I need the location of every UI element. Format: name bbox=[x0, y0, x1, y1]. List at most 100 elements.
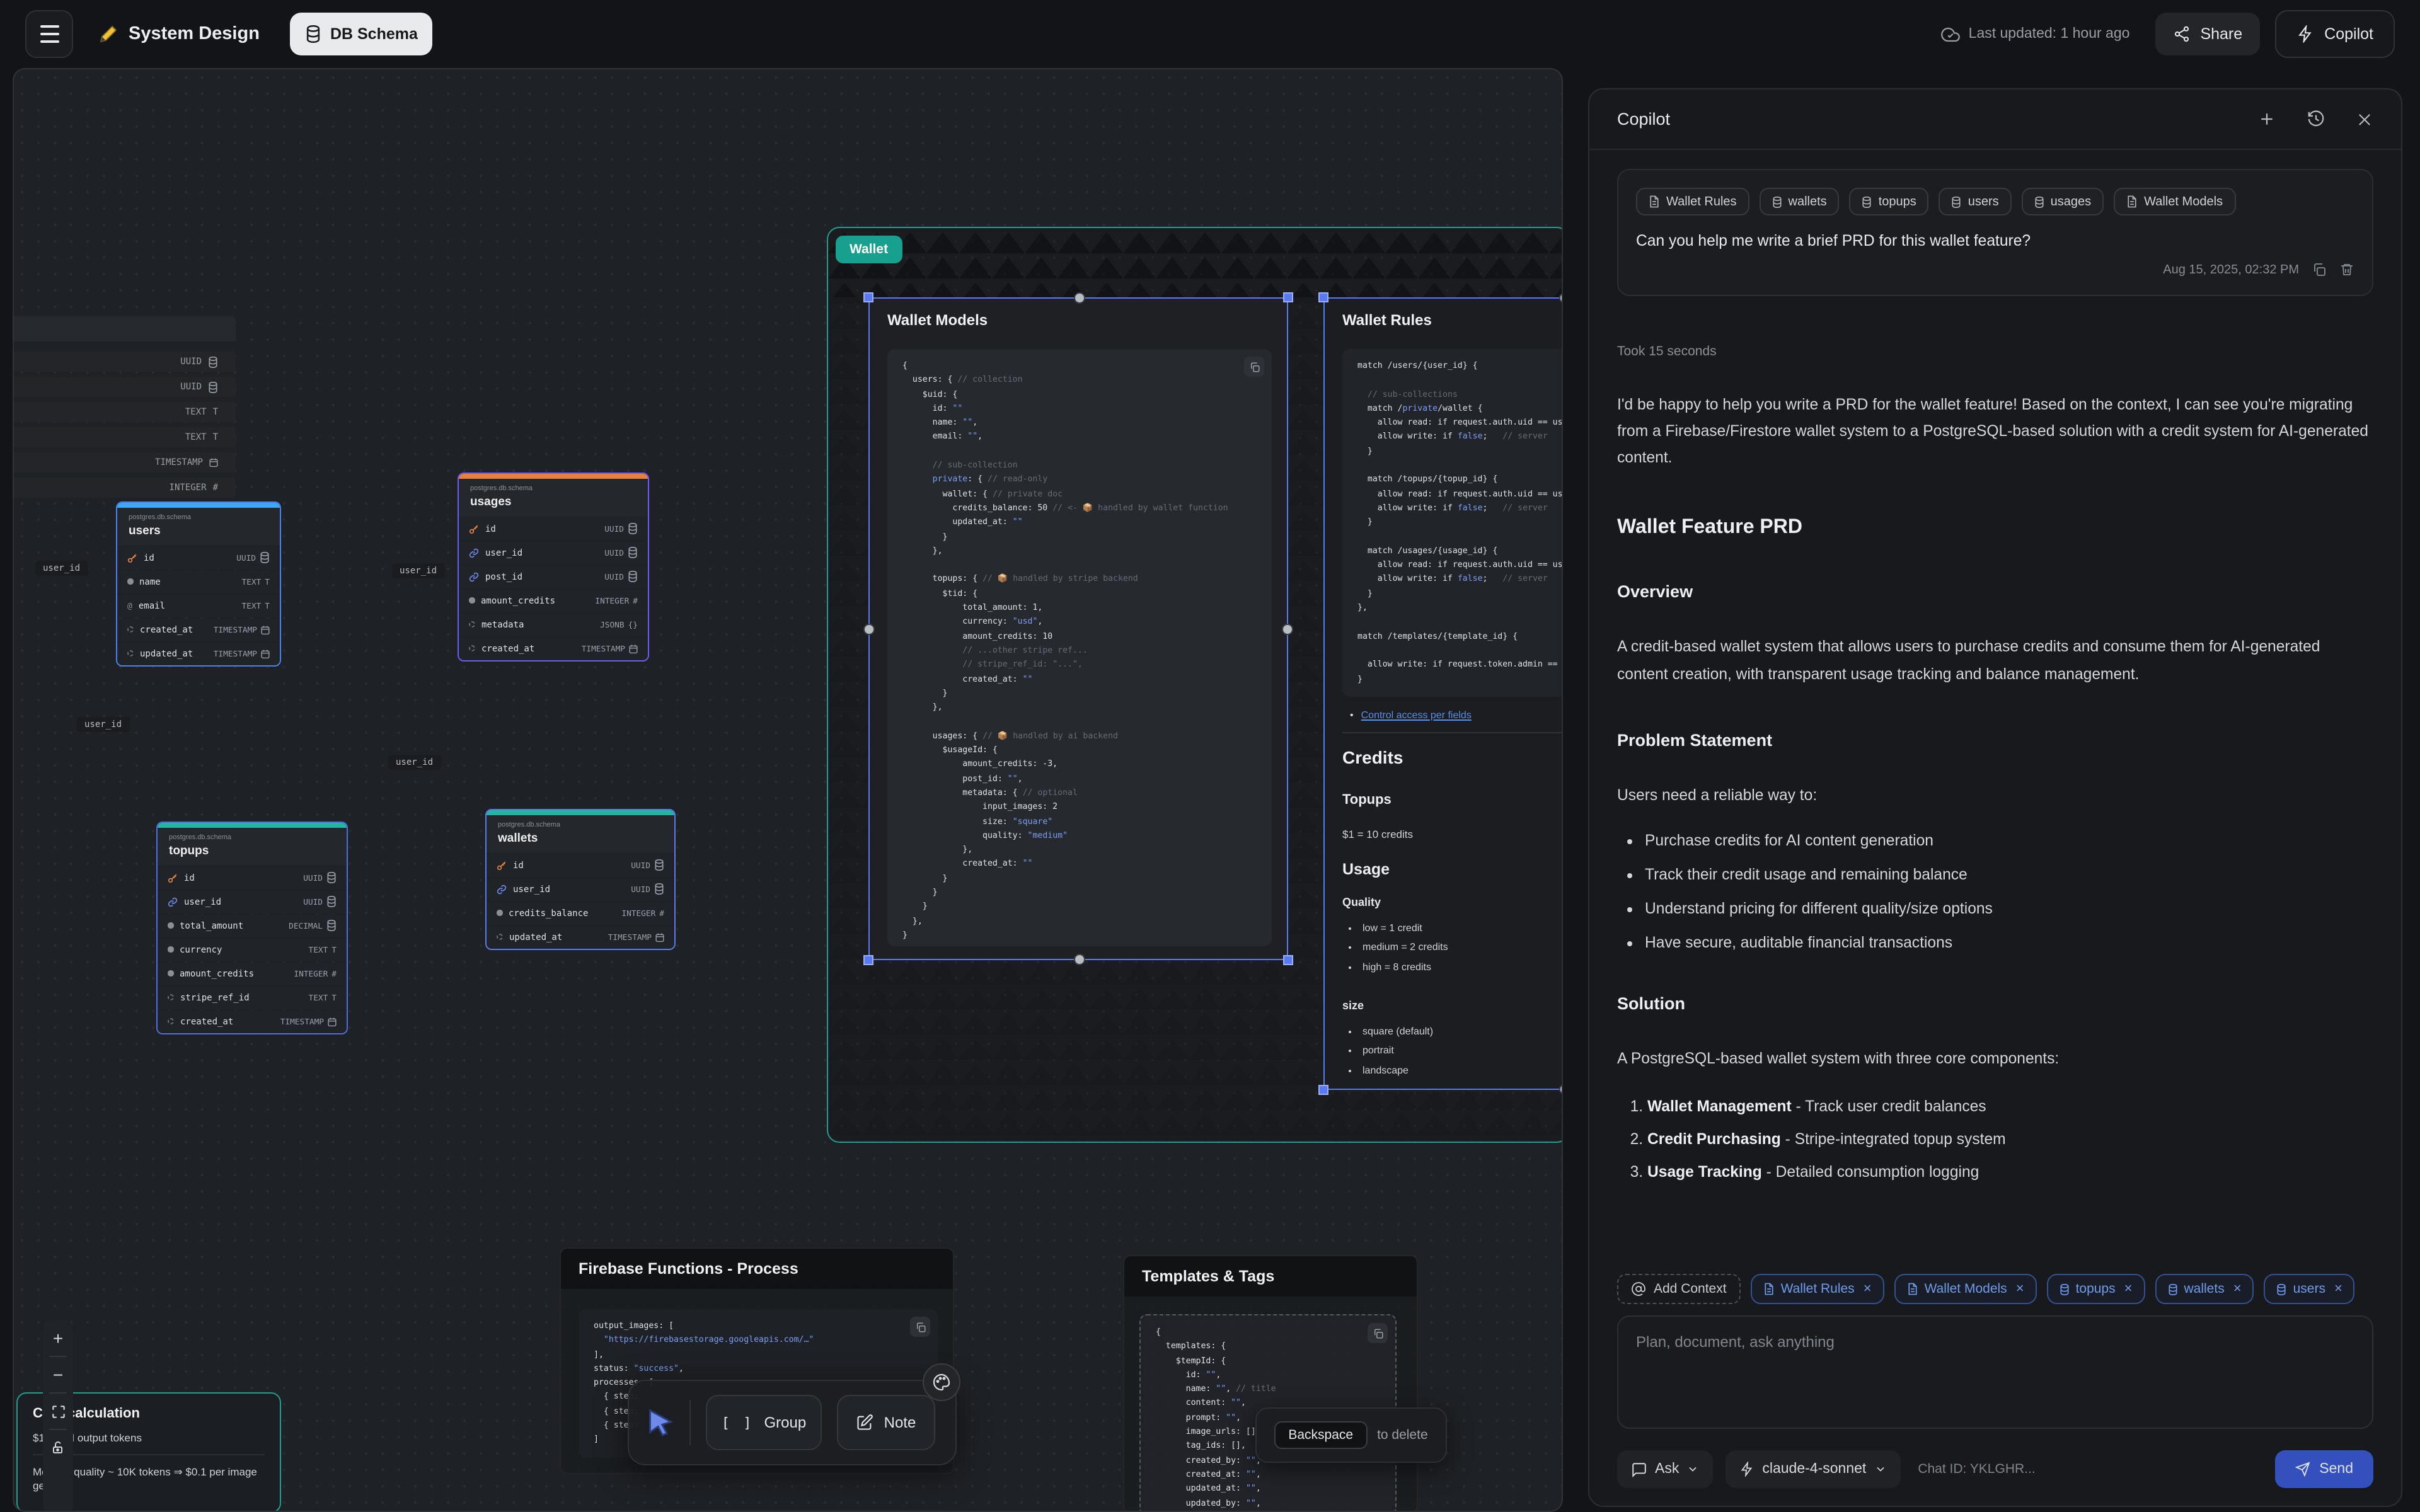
mode-select[interactable]: Ask bbox=[1617, 1450, 1713, 1488]
menu-button[interactable] bbox=[25, 10, 73, 58]
zoom-in-button[interactable]: + bbox=[43, 1320, 73, 1356]
history-icon[interactable] bbox=[2307, 110, 2325, 129]
context-chip-wallet-models[interactable]: Wallet Models bbox=[2114, 188, 2235, 215]
group-button[interactable]: [ ] Group bbox=[706, 1395, 822, 1450]
send-button[interactable]: Send bbox=[2275, 1450, 2373, 1488]
selection-handle[interactable] bbox=[863, 292, 873, 302]
edge-label-user-id: user_id bbox=[388, 755, 441, 770]
context-chip-wallets[interactable]: wallets bbox=[1760, 188, 1840, 215]
remove-chip-icon[interactable]: × bbox=[2334, 1281, 2342, 1297]
context-chip-users[interactable]: users× bbox=[2264, 1274, 2355, 1304]
table-row[interactable]: idUUID bbox=[117, 546, 280, 569]
context-chip-topups[interactable]: topups× bbox=[2047, 1274, 2145, 1304]
tab-db-schema[interactable]: DB Schema bbox=[290, 13, 433, 55]
table-row[interactable]: idUUID bbox=[487, 854, 674, 876]
database-icon bbox=[1772, 196, 1782, 207]
copilot-button[interactable]: Copilot bbox=[2275, 10, 2395, 58]
copy-code-button[interactable] bbox=[910, 1317, 930, 1337]
cursor-tool-icon[interactable] bbox=[647, 1409, 674, 1436]
remove-chip-icon[interactable]: × bbox=[2124, 1281, 2133, 1297]
table-row[interactable]: amount_creditsINTEGER # bbox=[459, 589, 648, 612]
context-chip-usages[interactable]: usages bbox=[2022, 188, 2104, 215]
table-row[interactable]: updated_atTIMESTAMP bbox=[487, 925, 674, 948]
response-intro: I'd be happy to help you write a PRD for… bbox=[1617, 392, 2373, 472]
table-topups[interactable]: postgres.db.schematopupsidUUID user_idUU… bbox=[156, 822, 348, 1034]
table-row[interactable]: user_idUUID bbox=[459, 541, 648, 564]
table-row[interactable]: post_idUUID bbox=[459, 565, 648, 588]
table-row[interactable]: idUUID bbox=[459, 517, 648, 540]
overview-paragraph: A credit-based wallet system that allows… bbox=[1617, 634, 2373, 688]
table-row[interactable]: amount_creditsINTEGER # bbox=[158, 962, 347, 985]
table-row[interactable]: total_amountDECIMAL bbox=[158, 914, 347, 937]
list-item: low = 1 credit bbox=[1363, 922, 1448, 933]
chat-scroll-area[interactable]: Wallet Rules wallets topups users usages Wall… bbox=[1589, 151, 2401, 1264]
user-question: Can you help me write a brief PRD for th… bbox=[1636, 232, 2354, 249]
copy-code-button[interactable] bbox=[1368, 1323, 1388, 1343]
selection-handle[interactable] bbox=[1283, 292, 1293, 302]
new-chat-icon[interactable] bbox=[2257, 110, 2276, 129]
context-chip-users[interactable]: users bbox=[1939, 188, 2012, 215]
problem-paragraph: Users need a reliable way to: bbox=[1617, 782, 2373, 808]
table-row[interactable]: created_atTIMESTAMP bbox=[459, 637, 648, 660]
context-chip-topups[interactable]: topups bbox=[1850, 188, 1929, 215]
selection-handle[interactable] bbox=[1074, 292, 1085, 304]
share-icon bbox=[2172, 25, 2190, 43]
document-icon bbox=[2126, 195, 2138, 208]
share-button[interactable]: Share bbox=[2155, 13, 2260, 55]
control-access-link[interactable]: Control access per fields bbox=[1361, 709, 1472, 721]
table-row[interactable]: stripe_ref_idTEXT T bbox=[158, 986, 347, 1009]
table-users[interactable]: postgres.db.schemausersidUUID nameTEXT T… bbox=[116, 501, 281, 666]
wallet-models-card[interactable]: Wallet Models { users: { // collection $… bbox=[868, 297, 1288, 960]
add-context-button[interactable]: Add Context bbox=[1617, 1274, 1741, 1304]
frame-label-wallet[interactable]: Wallet bbox=[836, 236, 902, 263]
list-item: medium = 2 credits bbox=[1363, 941, 1448, 953]
table-row[interactable]: user_idUUID bbox=[487, 878, 674, 900]
table-wallets[interactable]: postgres.db.schemawalletsidUUID user_idU… bbox=[485, 809, 676, 949]
context-chip-wallet-rules[interactable]: Wallet Rules bbox=[1636, 188, 1749, 215]
table-header: postgres.db.schemausages bbox=[459, 478, 648, 516]
selection-handle[interactable] bbox=[1318, 292, 1328, 302]
selection-handle[interactable] bbox=[863, 624, 875, 635]
selection-handle[interactable] bbox=[1283, 955, 1293, 965]
table-row: TEXT T bbox=[13, 402, 236, 422]
trash-icon[interactable] bbox=[2339, 262, 2354, 277]
context-chip-wallet-rules[interactable]: Wallet Rules× bbox=[1751, 1274, 1884, 1304]
zoom-out-button[interactable]: − bbox=[43, 1357, 73, 1392]
close-icon[interactable] bbox=[2356, 110, 2373, 129]
templates-tags-card[interactable]: Templates & Tags { templates: { $tempId:… bbox=[1123, 1255, 1418, 1512]
selection-handle[interactable] bbox=[1282, 624, 1293, 635]
remove-chip-icon[interactable]: × bbox=[2233, 1281, 2242, 1297]
copy-code-button[interactable] bbox=[1244, 357, 1264, 377]
copy-icon[interactable] bbox=[2312, 262, 2327, 277]
remove-chip-icon[interactable]: × bbox=[2016, 1281, 2024, 1297]
table-row[interactable]: metadataJSONB {} bbox=[459, 613, 648, 636]
note-button[interactable]: Note bbox=[837, 1395, 935, 1450]
table-row[interactable]: nameTEXT T bbox=[117, 570, 280, 593]
table-row[interactable]: user_idUUID bbox=[158, 890, 347, 913]
diagram-canvas[interactable]: user_id user_id user_id user_id UUID UUI… bbox=[13, 68, 1563, 1512]
wallet-rules-card[interactable]: Wallet Rules match /users/{user_id} { //… bbox=[1323, 297, 1563, 1090]
table-row[interactable]: created_atTIMESTAMP bbox=[117, 618, 280, 641]
table-usages[interactable]: postgres.db.schemausagesidUUID user_idUU… bbox=[458, 472, 649, 661]
remove-chip-icon[interactable]: × bbox=[1864, 1281, 1872, 1297]
wallet-frame[interactable]: Wallet Wallet Models { users: { // colle… bbox=[827, 227, 1563, 1143]
selection-handle[interactable] bbox=[863, 955, 873, 965]
table-row[interactable]: created_atTIMESTAMP bbox=[158, 1010, 347, 1033]
fit-view-button[interactable] bbox=[43, 1394, 73, 1429]
table-row[interactable]: currencyTEXT T bbox=[158, 938, 347, 961]
document-icon bbox=[1763, 1283, 1775, 1295]
context-chip-wallet-models[interactable]: Wallet Models× bbox=[1894, 1274, 2037, 1304]
selection-handle[interactable] bbox=[1318, 1085, 1328, 1095]
list-item: landscape bbox=[1363, 1064, 1433, 1075]
table-row[interactable]: updated_atTIMESTAMP bbox=[117, 642, 280, 665]
table-row[interactable]: idUUID bbox=[158, 866, 347, 889]
prompt-input[interactable] bbox=[1617, 1315, 2373, 1429]
context-chip-wallets[interactable]: wallets× bbox=[2155, 1274, 2254, 1304]
table-row[interactable]: credits_balanceINTEGER # bbox=[487, 902, 674, 924]
model-select[interactable]: claude-4-sonnet bbox=[1726, 1450, 1900, 1488]
lock-button[interactable] bbox=[43, 1430, 73, 1465]
palette-icon[interactable] bbox=[923, 1363, 960, 1401]
selection-handle[interactable] bbox=[1074, 954, 1085, 965]
table-row[interactable]: @emailTEXT T bbox=[117, 594, 280, 617]
partial-table[interactable]: UUID UUID TEXT TTEXT TTIMESTAMP INTEGER … bbox=[13, 316, 236, 503]
